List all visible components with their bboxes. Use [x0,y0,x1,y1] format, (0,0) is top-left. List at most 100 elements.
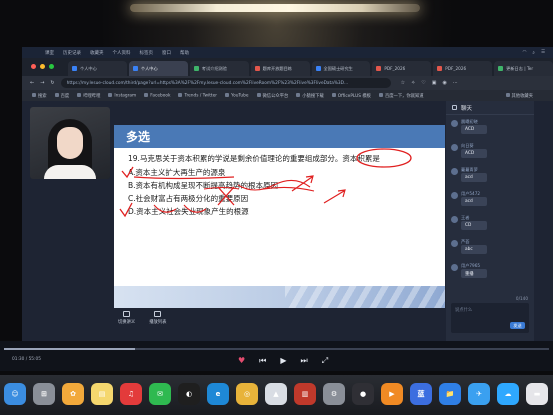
question-type-label: 多选 [126,130,151,144]
browser-tab[interactable]: 题库开放题目练 [250,61,310,76]
status-icons: ◠ ⌕ ☰ [522,50,545,56]
chat-message: 用户5472 acd [451,191,529,211]
next-icon[interactable]: ⏭ [301,356,308,366]
chat-icon [452,105,457,110]
tab-label: 更新日志 | Ter [506,65,534,71]
chat-panel: 聊天 晨曦初晓 ACD 向日葵 ACD 蔓蔓青萝 acd 用户5472 acd 王者 CD 芦荟 ab… [446,101,534,341]
star-icon[interactable]: ☆ [401,80,405,86]
chat-message: 蔓蔓青萝 acd [451,167,529,187]
chat-message-list[interactable]: 晨曦初晓 ACD 向日葵 ACD 蔓蔓青萝 acd 用户5472 acd 王者 CD 芦荟 abc 用户… [446,119,534,283]
chrome-icon[interactable]: ◎ [236,383,258,405]
close-window-button[interactable] [31,64,36,69]
collections-icon[interactable]: ▣ [432,80,437,86]
like-heart-icon[interactable]: ♥ [238,356,245,366]
bookmark[interactable]: 微信公众平台 [257,93,289,99]
switch-handout-button[interactable]: 切换讲义 [118,311,135,325]
browser-tab[interactable]: 个人中心 [68,61,127,76]
bookmark[interactable]: 百度一下，你就知道 [379,93,424,99]
bookmark[interactable]: Instagram [108,93,136,98]
tab-favicon-icon [437,66,443,71]
slide-footer-band [114,286,445,308]
screen-recorder-icon[interactable]: ● [352,383,374,405]
profile-icon[interactable]: ◉ [443,80,447,86]
browser-tab-active[interactable]: 个人中心 [128,61,188,76]
bookmark[interactable]: 搜索 [32,93,47,99]
send-button[interactable]: 发送 [510,322,525,329]
notes-icon[interactable]: ▤ [91,383,113,405]
playlist-button[interactable]: 播放列表 [149,311,166,325]
rocket-icon[interactable]: ▲ [265,383,287,405]
teacher-video[interactable] [30,107,110,179]
bookmark[interactable]: 小猿搜下载 [296,93,323,99]
qq-icon[interactable]: ◐ [178,383,200,405]
playlist-icon [154,311,162,317]
previous-icon[interactable]: ⏮ [259,356,266,366]
menu-bar: 课室 历史记录 收藏夹 个人资料 标签页 窗口 帮助 ◠ ⌕ ☰ [22,47,553,58]
scrubber-icon[interactable]: ▬ [526,383,548,405]
browser-tab[interactable]: 全国硕士研究生 [311,61,371,76]
netease-music-icon[interactable]: ♫ [120,383,142,405]
menu-item-tabs[interactable]: 标签页 [140,50,154,56]
play-icon[interactable]: ▶ [280,356,286,366]
infuse-icon[interactable]: ▶ [381,383,403,405]
chat-input[interactable]: 说点什么 发送 [451,303,529,333]
browser-tab[interactable]: 考试介绍测验 [189,61,249,76]
launchpad-icon[interactable]: ⊞ [33,383,55,405]
minimize-window-button[interactable] [40,64,45,69]
chat-bubble: acd [461,173,487,182]
bookmark[interactable]: 百度 [55,93,70,99]
lanhu-icon[interactable]: 蓝 [410,383,432,405]
zoom-window-button[interactable] [49,64,54,69]
bluebird-icon[interactable]: ✈ [468,383,490,405]
playback-controls: ♥ ⏮ ▶ ⏭ ⤢ [238,356,328,366]
chat-placeholder: 说点什么 [455,308,473,313]
menu-item-help[interactable]: 帮助 [180,50,189,56]
photos-icon[interactable]: ✿ [62,383,84,405]
browser-tab[interactable]: PDF_2026 [433,61,493,76]
more-icon[interactable]: ⋯ [453,80,458,86]
menu-item-history[interactable]: 历史记录 [63,50,81,56]
bookmark[interactable]: OfficePLUS 模板 [332,93,371,99]
page-tools: 切换讲义 播放列表 [118,311,166,325]
bookmark[interactable]: 哔哩哔哩 [77,93,100,99]
finder-files-icon[interactable]: 📁 [439,383,461,405]
reload-icon[interactable]: ↻ [50,80,54,86]
browser-tools: ☆ ✧ ♡ ▣ ◉ ⋯ [401,80,458,86]
menu-item-profile[interactable]: 个人资料 [113,50,131,56]
progress-track[interactable] [4,348,549,350]
ink-arrow-c [323,189,346,204]
address-bar[interactable]: https://my.lesue-cloud.com/third/page?ur… [60,78,391,88]
edge-icon[interactable]: e [207,383,229,405]
menu-item-lesson[interactable]: 课室 [45,50,54,56]
tab-favicon-icon [315,66,321,71]
bookmark[interactable]: Trends / Twitter [178,93,217,98]
forward-icon[interactable]: → [40,80,44,86]
other-bookmarks[interactable]: 其他收藏夹 [506,93,533,99]
favorites-icon[interactable]: ♡ [421,80,425,86]
finder-icon[interactable]: ☺ [4,383,26,405]
menu-item-window[interactable]: 窗口 [162,50,171,56]
tab-favicon-icon [254,66,260,71]
wechat-icon[interactable]: ✉ [149,383,171,405]
wifi-icon[interactable]: ◠ [522,50,526,56]
bookmark[interactable]: Facebook [144,93,170,98]
control-center-icon[interactable]: ☰ [541,50,545,56]
tab-label: 题库开放题目练 [262,65,292,71]
chat-bubble: ACD [461,125,487,134]
back-icon[interactable]: ← [30,80,34,86]
option-c: C.社会财富占有两极分化的重要原因 [128,194,249,203]
menu-item-favorites[interactable]: 收藏夹 [90,50,104,56]
macos-dock: ☺ ⊞ ✿ ▤ ♫ ✉ ◐ e ◎ ▲ ▥ ⚙ ● ▶ 蓝 📁 ✈ ☁ ▬ [0,375,553,415]
extensions-icon[interactable]: ✧ [411,80,415,86]
baidu-netdisk-icon[interactable]: ☁ [497,383,519,405]
bookmark[interactable]: YouTube [225,93,248,98]
chat-header: 聊天 [446,101,534,115]
search-icon[interactable]: ⌕ [532,50,535,56]
tab-favicon-icon [498,66,504,71]
browser-tab[interactable]: PDF_2026 [372,61,432,76]
fullscreen-icon[interactable]: ⤢ [322,356,328,366]
preferences-icon[interactable]: ⚙ [323,383,345,405]
tab-label: PDF_2026 [445,66,467,71]
browser-tab[interactable]: 更新日志 | Ter [494,61,553,76]
photo-booth-icon[interactable]: ▥ [294,383,316,405]
